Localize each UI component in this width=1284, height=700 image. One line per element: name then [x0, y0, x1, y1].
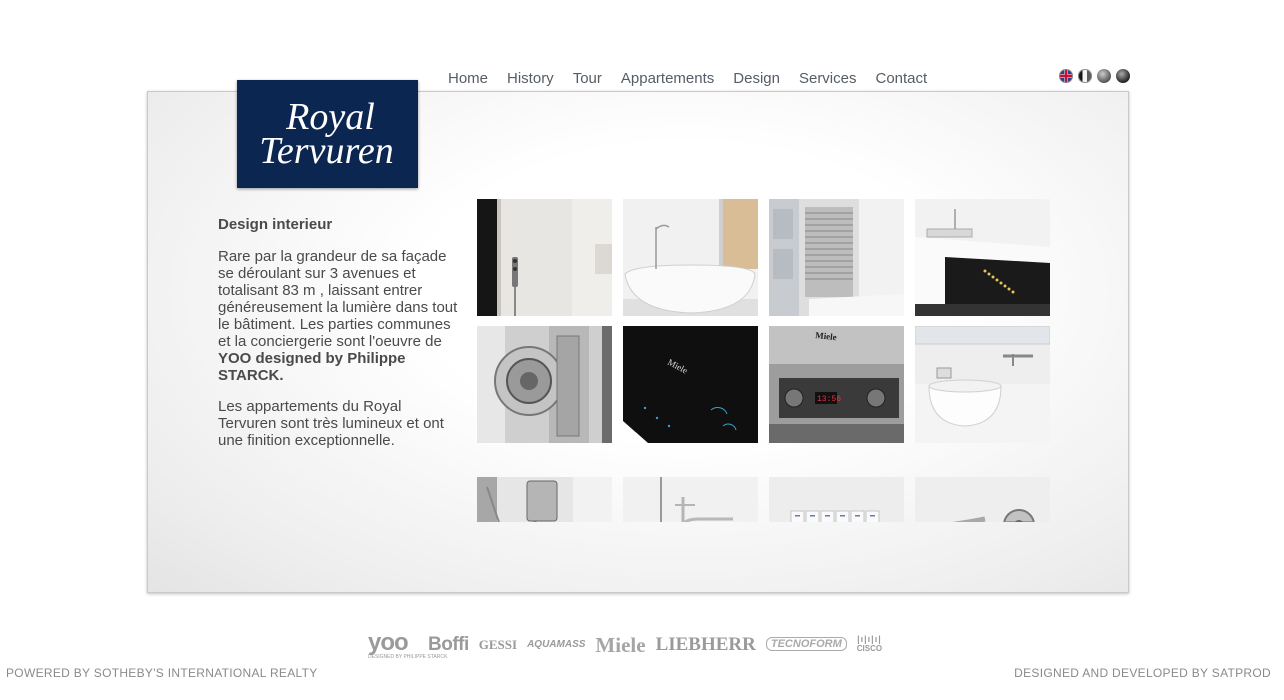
language-switcher — [1059, 69, 1130, 83]
shower-mixer-photo[interactable] — [477, 453, 612, 522]
section-heading: Design interieur — [218, 216, 333, 233]
cisco-logo: |ı|ı|ı| CISCO — [856, 634, 883, 654]
nav-home[interactable]: Home — [448, 70, 488, 87]
aquamass-logo: AQUAMASS — [527, 639, 586, 650]
cisco-bars-icon: |ı|ı|ı| — [857, 634, 882, 644]
language-globe-dark-icon[interactable] — [1116, 69, 1130, 83]
towel-radiator-photo[interactable] — [769, 199, 904, 316]
door-knob-photo[interactable] — [477, 326, 612, 443]
boffi-logo: Boffi — [428, 634, 469, 655]
design-description: Design interieur Rare par la grandeur de… — [218, 216, 458, 463]
yoo-logo-text: yoo — [368, 629, 409, 656]
footer-designed-by[interactable]: DESIGNED AND DEVELOPED BY SATPROD — [1014, 666, 1271, 680]
paragraph-2: Les appartements du Royal Tervuren sont … — [218, 398, 444, 449]
nav-services[interactable]: Services — [799, 70, 857, 87]
paragraph-1-bold: YOO designed by Philippe STARCK. — [218, 350, 406, 384]
paragraph-1-text: Rare par la grandeur de sa façade se dér… — [218, 248, 458, 350]
uk-flag-icon[interactable] — [1059, 69, 1073, 83]
yoo-logo-subtitle: DESIGNED BY PHILIPPE STARCK — [368, 654, 448, 660]
tecnoform-logo: TECNOFORM — [765, 637, 847, 651]
liebherr-logo: LIEBHERR — [655, 634, 756, 655]
svg-text:13:56: 13:56 — [817, 395, 841, 404]
footer-powered-by[interactable]: POWERED BY SOTHEBY'S INTERNATIONAL REALT… — [6, 666, 318, 680]
royal-tervuren-logo[interactable]: Royal Tervuren — [237, 80, 418, 188]
logo-line-1: Royal — [286, 96, 375, 138]
nav-contact[interactable]: Contact — [876, 70, 928, 87]
wall-faucet-photo[interactable] — [915, 453, 1050, 522]
language-globe-icon[interactable] — [1097, 69, 1111, 83]
basin-faucet-photo[interactable] — [623, 453, 758, 522]
gessi-logo: GESSI — [478, 637, 518, 652]
kitchen-cooktop-photo[interactable] — [915, 199, 1050, 316]
cisco-logo-text: CISCO — [856, 644, 883, 653]
belgium-flag-icon[interactable] — [1078, 69, 1092, 83]
nav-appartements[interactable]: Appartements — [621, 70, 714, 87]
yoo-logo: yoo DESIGNED BY PHILIPPE STARCK — [368, 629, 448, 661]
logo-line-2: Tervuren — [259, 130, 394, 172]
nav-tour[interactable]: Tour — [573, 70, 602, 87]
shower-thermostat-photo[interactable] — [477, 199, 612, 316]
partner-brands: yoo DESIGNED BY PHILIPPE STARCK Boffi GE… — [368, 629, 883, 661]
miele-induction-hob-photo[interactable]: Miele — [623, 326, 758, 443]
freestanding-bathtub-photo[interactable] — [623, 199, 758, 316]
paragraph-1: Rare par la grandeur de sa façade se dér… — [218, 248, 458, 384]
nav-design[interactable]: Design — [733, 70, 780, 87]
vessel-sink-photo[interactable] — [915, 326, 1050, 443]
photo-gallery: Miele Miele 13:56 — [477, 199, 1050, 522]
nav-history[interactable]: History — [507, 70, 554, 87]
main-nav: Home History Tour Appartements Design Se… — [448, 70, 946, 87]
miele-oven-photo[interactable]: Miele 13:56 — [769, 326, 904, 443]
light-switches-photo[interactable] — [769, 453, 904, 522]
miele-logo: Miele — [595, 633, 646, 657]
